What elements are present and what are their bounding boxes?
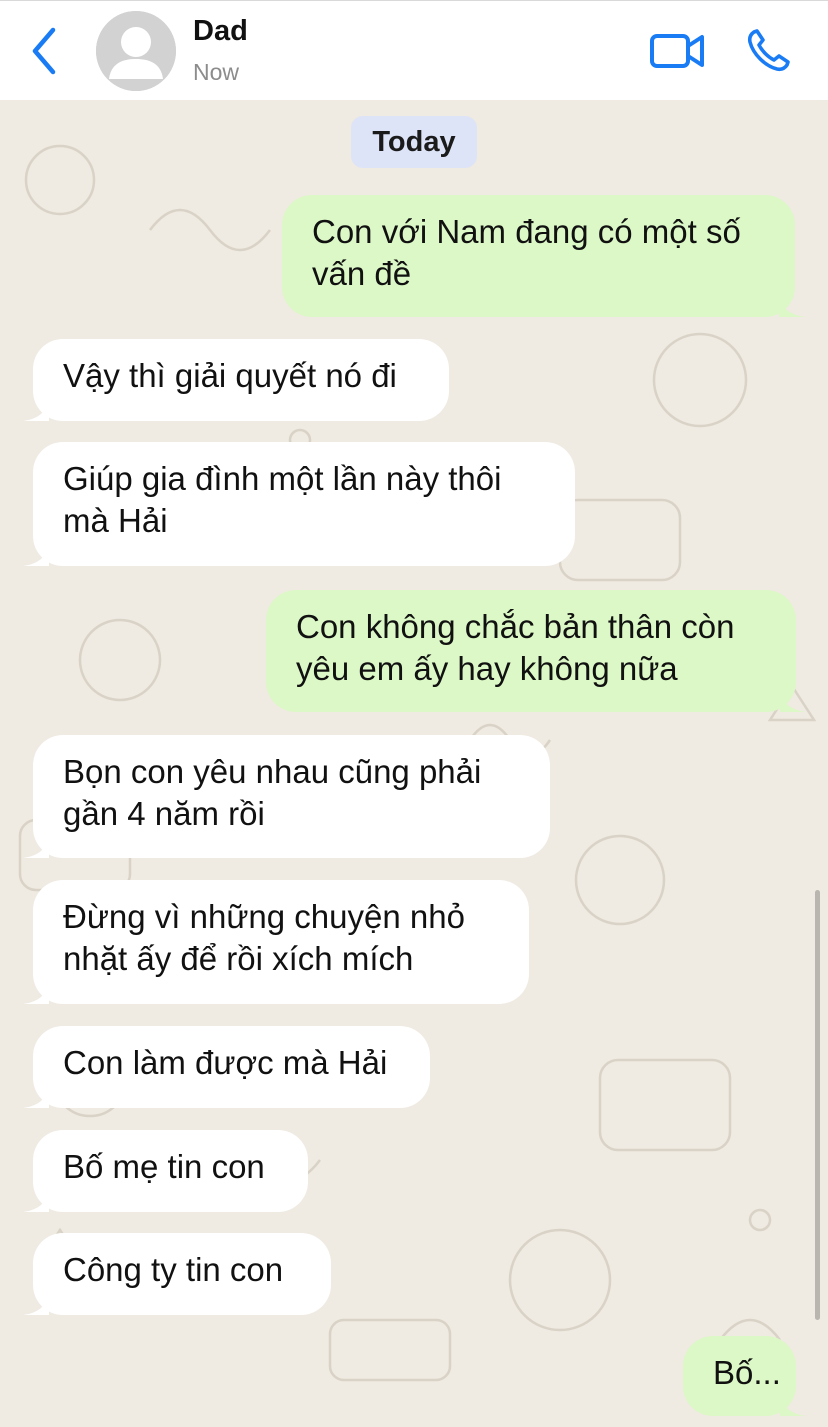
message-bubble-incoming[interactable]: Vậy thì giải quyết nó đi [23,339,449,421]
message-bubble-incoming[interactable]: Con làm được mà Hải [23,1026,430,1108]
message-text: Con với Nam đang có một số vấn đề [312,213,741,292]
date-separator: Today [351,116,477,168]
chat-area[interactable]: Today Con với Nam đang có một số vấn đề … [0,100,828,1427]
bubble-tail [23,836,49,858]
bubble-tail [23,1293,49,1315]
message-bubble-incoming[interactable]: Bọn con yêu nhau cũng phải gần 4 năm rồi [23,735,550,858]
contact-status: Now [193,59,240,85]
chat-header: Dad Now [0,0,828,100]
message-bubble-outgoing[interactable]: Con không chắc bản thân còn yêu em ấy ha… [266,590,806,712]
bubble-tail [23,399,49,421]
message-text: Giúp gia đình một lần này thôi mà Hải [63,460,502,539]
message-text: Bố mẹ tin con [63,1148,265,1185]
message-bubble-incoming[interactable]: Đừng vì những chuyện nhỏ nhặt ấy để rồi … [23,880,529,1004]
message-bubble-outgoing[interactable]: Bố... [683,1336,806,1416]
person-silhouette-icon [96,11,176,91]
message-text: Vậy thì giải quyết nó đi [63,357,397,394]
message-bubble-incoming[interactable]: Công ty tin con [23,1233,331,1315]
message-text: Công ty tin con [63,1251,284,1288]
message-bubble-incoming[interactable]: Bố mẹ tin con [23,1130,308,1212]
bubble-tail [780,690,806,712]
message-text: Con không chắc bản thân còn yêu em ấy ha… [296,608,735,687]
message-bubble-incoming[interactable]: Giúp gia đình một lần này thôi mà Hải [23,442,575,566]
message-text: Đừng vì những chuyện nhỏ nhặt ấy để rồi … [63,898,465,977]
bubble-tail [780,1394,806,1416]
phone-icon [747,29,790,72]
message-bubble-outgoing[interactable]: Con với Nam đang có một số vấn đề [282,195,805,317]
message-text: Bố... [713,1354,781,1391]
scrollbar[interactable] [815,890,820,1320]
bubble-tail [23,1086,49,1108]
message-text: Bọn con yêu nhau cũng phải gần 4 năm rồi [63,753,482,832]
avatar[interactable] [96,11,176,91]
bubble-tail [23,982,49,1004]
bubble-tail [23,544,49,566]
bubble-tail [23,1190,49,1212]
bubble-tail [779,295,805,317]
video-camera-icon [650,34,704,68]
back-button[interactable] [24,23,64,79]
chevron-left-icon [32,27,56,75]
video-call-button[interactable] [648,29,708,73]
contact-name[interactable]: Dad [193,15,248,48]
message-text: Con làm được mà Hải [63,1044,388,1081]
voice-call-button[interactable] [744,27,792,75]
